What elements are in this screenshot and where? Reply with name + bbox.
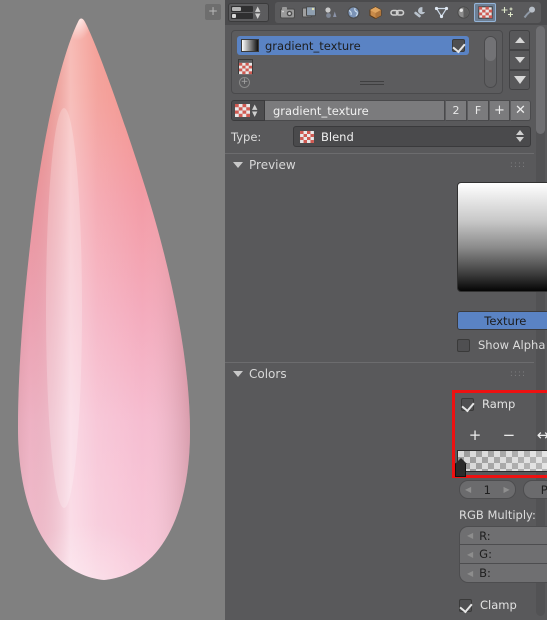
texture-preview-thumbnail xyxy=(241,39,259,52)
modifiers-tab[interactable] xyxy=(408,3,430,22)
texture-list-side-buttons xyxy=(509,30,530,90)
ramp-toggle-row[interactable]: Ramp xyxy=(461,397,515,411)
ramp-toolbar: + − ↔ RGB Linear xyxy=(458,424,547,445)
clamp-label: Clamp xyxy=(480,598,517,612)
show-alpha-row[interactable]: Show Alpha xyxy=(457,336,547,354)
clamp-row[interactable]: Clamp xyxy=(459,598,517,612)
chevron-updown-icon: ▲ ▼ xyxy=(255,5,261,20)
properties-header: ▲ ▼ xyxy=(225,0,547,25)
ramp-gradient-overlay xyxy=(458,451,547,471)
texture-list-item-label: gradient_texture xyxy=(265,38,361,53)
blender-window: + ▲ ▼ gradient_texture + ▲ ▼ gradient_te… xyxy=(0,0,547,620)
colors-panel-title: Colors xyxy=(249,367,287,381)
show-alpha-checkbox[interactable] xyxy=(457,338,470,352)
show-alpha-label: Show Alpha xyxy=(478,338,546,352)
triangle-down-icon xyxy=(233,162,243,168)
chevron-right-icon[interactable]: ▶ xyxy=(504,485,510,494)
texture-type-value: Blend xyxy=(321,129,354,144)
datablock-name-field[interactable]: gradient_texture xyxy=(265,100,445,121)
properties-editor: ▲ ▼ gradient_texture + ▲ ▼ gradient_text… xyxy=(225,0,547,620)
preview-panel-title: Preview xyxy=(249,158,296,172)
preview-panel-header[interactable]: Preview :::: xyxy=(225,155,534,175)
chevron-left-icon[interactable]: ◀ xyxy=(467,550,473,559)
panel-grip-icon: :::: xyxy=(509,369,526,379)
ramp-stop-controls: ◀ 1 ▶ Pos: 1.000 xyxy=(459,480,547,499)
datablock-users-count[interactable]: 2 xyxy=(445,100,467,121)
color-ramp-strip[interactable] xyxy=(455,450,547,477)
add-ramp-stop-button[interactable]: + xyxy=(458,424,492,445)
divider xyxy=(225,362,534,363)
panel-grip-icon: :::: xyxy=(509,160,526,170)
preview-mode-tabs: Texture Material Both xyxy=(457,311,547,330)
move-slot-up-button[interactable] xyxy=(509,30,530,50)
rgb-multiply-title: RGB Multiply: xyxy=(459,508,536,522)
chevron-updown-icon xyxy=(516,130,524,142)
fake-user-toggle[interactable]: F xyxy=(467,100,489,121)
texture-preview-image xyxy=(457,182,547,292)
datablock-browse-button[interactable]: ▲ ▼ xyxy=(231,100,265,121)
texture-type-row: Type: Blend xyxy=(231,126,531,147)
triangle-down-icon xyxy=(233,371,243,377)
texture-list-scrollbar-thumb[interactable] xyxy=(485,37,496,61)
unlink-datablock-button[interactable]: ✕ xyxy=(510,100,531,121)
properties-scrollbar-thumb[interactable] xyxy=(536,26,545,134)
divider xyxy=(225,153,534,154)
3d-viewport[interactable]: + xyxy=(0,0,225,620)
object-tab[interactable] xyxy=(364,3,386,22)
rgb-multiply-fields: ◀ R: 1.000 ▶ ◀ G: 1.000 ▶ ◀ B: 1.000 ▶ xyxy=(459,526,547,583)
editor-type-icon[interactable]: ▲ ▼ xyxy=(228,3,269,22)
tab-texture[interactable]: Texture xyxy=(457,311,547,330)
colors-panel-header[interactable]: Colors :::: xyxy=(225,364,534,384)
texture-slot-list[interactable]: gradient_texture + xyxy=(231,30,503,94)
texture-type-dropdown[interactable]: Blend xyxy=(293,126,531,147)
field-g[interactable]: ◀ G: 1.000 ▶ xyxy=(459,545,547,564)
triangle-up-icon xyxy=(514,37,525,43)
texture-tab[interactable] xyxy=(474,3,496,22)
ramp-active-index-stepper[interactable]: ◀ 1 ▶ xyxy=(459,480,516,499)
clamp-checkbox[interactable] xyxy=(459,598,472,612)
ramp-checkbox[interactable] xyxy=(461,397,474,411)
texture-list-scrollbar[interactable] xyxy=(484,36,497,88)
slot-specials-menu-button[interactable] xyxy=(509,70,530,90)
context-tab-strip xyxy=(275,2,541,23)
add-texture-slot-icon[interactable]: + xyxy=(239,77,250,88)
ramp-position-field[interactable]: Pos: 1.000 xyxy=(522,480,547,499)
particles-tab[interactable] xyxy=(496,3,518,22)
chevron-left-icon[interactable]: ◀ xyxy=(467,531,473,540)
viewport-add-icon[interactable]: + xyxy=(205,4,221,20)
world-tab[interactable] xyxy=(342,3,364,22)
move-slot-down-button[interactable] xyxy=(509,50,530,70)
texture-enable-checkbox[interactable] xyxy=(452,39,465,52)
remove-ramp-stop-button[interactable]: − xyxy=(492,424,526,445)
ramp-label: Ramp xyxy=(482,397,516,411)
viewport-object-horn[interactable] xyxy=(0,8,219,608)
field-r[interactable]: ◀ R: 1.000 ▶ xyxy=(459,526,547,545)
field-r-label: R: xyxy=(479,528,491,543)
render-layers-tab[interactable] xyxy=(298,3,320,22)
field-g-label: G: xyxy=(479,547,492,561)
constraints-tab[interactable] xyxy=(386,3,408,22)
texture-slot-icon[interactable] xyxy=(238,59,253,75)
field-b[interactable]: ◀ B: 1.000 ▶ xyxy=(459,564,547,583)
material-tab[interactable] xyxy=(452,3,474,22)
texture-list-item[interactable]: gradient_texture xyxy=(237,36,469,55)
chevron-updown-icon: ▲ ▼ xyxy=(252,103,258,118)
chevron-down-icon xyxy=(513,76,526,84)
new-datablock-button[interactable]: + xyxy=(489,100,510,121)
data-tab[interactable] xyxy=(430,3,452,22)
field-b-label: B: xyxy=(479,566,491,580)
scene-tab[interactable] xyxy=(320,3,342,22)
list-resize-grip-icon[interactable] xyxy=(360,81,384,87)
render-tab[interactable] xyxy=(276,3,298,22)
physics-tab[interactable] xyxy=(518,3,540,22)
chevron-left-icon[interactable]: ◀ xyxy=(467,569,473,578)
triangle-down-icon xyxy=(514,57,525,63)
ramp-stop-handle-0[interactable] xyxy=(455,458,467,477)
texture-type-label: Type: xyxy=(231,129,262,144)
flip-ramp-button[interactable]: ↔ xyxy=(526,424,547,445)
ramp-active-index-value: 1 xyxy=(483,482,491,497)
texture-datablock-row: ▲ ▼ gradient_texture 2 F + ✕ xyxy=(231,100,531,121)
